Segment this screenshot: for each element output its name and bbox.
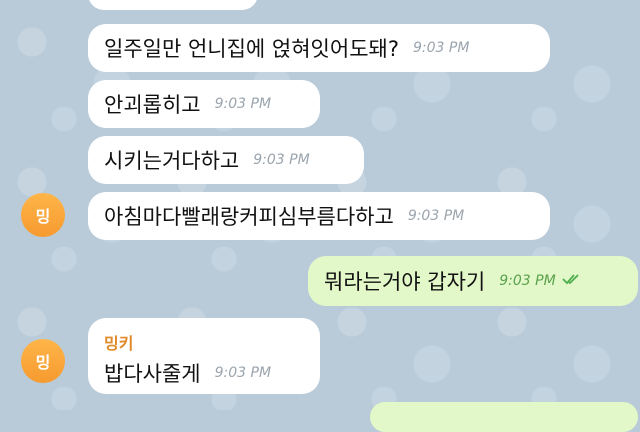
message-text: 밥다사줄게 (104, 362, 201, 386)
avatar[interactable]: 밍 (21, 339, 65, 383)
message-bubble[interactable]: 일주일만 언니집에 얹혀잇어도돼? 9:03 PM (88, 24, 550, 72)
message-time: 9:03 PM (253, 152, 310, 168)
message-text: 뭐라는거야 갑자기 (324, 270, 486, 294)
message-text: 시키는거다하고 (104, 149, 240, 173)
message-bubble-clipped-top[interactable] (88, 0, 258, 10)
message-text: 아침마다빨래랑커피심부름다하고 (104, 205, 394, 229)
sender-name[interactable]: 밍키 (104, 330, 133, 354)
message-text: 일주일만 언니집에 얹혀잇어도돼? (104, 37, 399, 61)
message-bubble[interactable]: 안괴롭히고 9:03 PM (88, 80, 320, 128)
message-time: 9:03 PM (412, 40, 470, 56)
message-time: 9:03 PM (214, 365, 272, 381)
avatar-initial: 밍 (35, 207, 51, 226)
message-text: 안괴롭히고 (104, 93, 201, 117)
message-bubble[interactable]: 아침마다빨래랑커피심부름다하고 9:03 PM (88, 192, 550, 240)
message-time: 9:03 PM (499, 273, 556, 289)
message-bubble-clipped-bottom[interactable] (370, 402, 638, 432)
avatar[interactable]: 밍 (21, 193, 65, 237)
message-bubble[interactable]: 밍키 밥다사줄게 9:03 PM (88, 318, 320, 394)
message-row: 밥다사줄게 9:03 PM (104, 358, 271, 388)
message-time: 9:03 PM (407, 208, 465, 224)
double-check-icon (562, 273, 580, 289)
avatar-initial: 밍 (35, 353, 51, 372)
message-time: 9:03 PM (214, 96, 272, 112)
message-bubble[interactable]: 시키는거다하고 9:03 PM (88, 136, 364, 184)
message-bubble-outgoing[interactable]: 뭐라는거야 갑자기 9:03 PM (308, 256, 638, 306)
